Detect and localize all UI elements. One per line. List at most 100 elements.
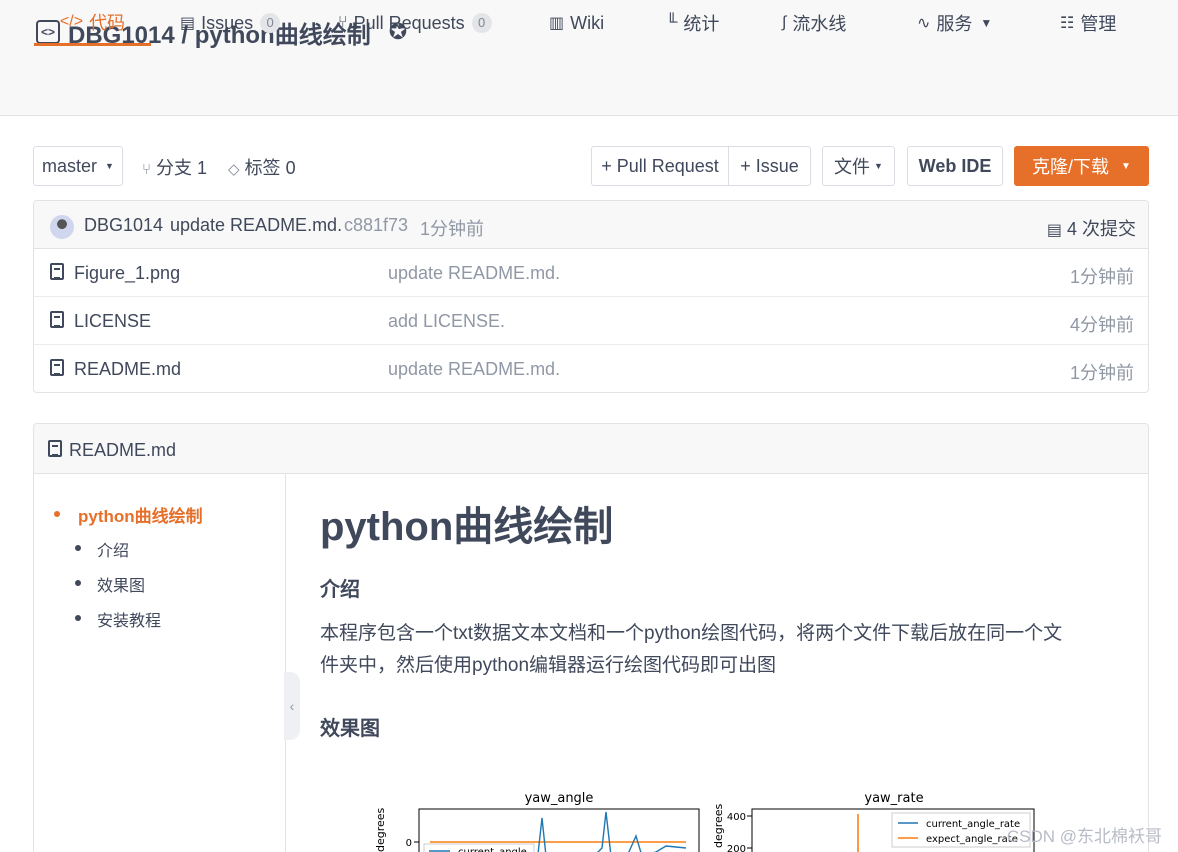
file-name-link[interactable]: Figure_1.png [74, 263, 180, 284]
file-commit-message[interactable]: add LICENSE. [388, 311, 505, 332]
tab-pipeline[interactable]: ∫ 流水线 [782, 0, 846, 46]
tab-pull-requests[interactable]: ⑂ Pull Requests 0 [338, 0, 492, 46]
toc-item-main[interactable]: python曲线绘制 [78, 502, 203, 527]
intro-line: 件夹中，然后使用python编辑器运行绘图代码即可出图 [320, 655, 777, 676]
tab-wiki[interactable]: ▥ Wiki [549, 0, 604, 46]
section-heading-effect: 效果图 [320, 718, 380, 740]
tag-icon: ◇ [228, 161, 240, 178]
tab-label: 统计 [683, 14, 720, 34]
clone-label: 克隆/下载 [1032, 157, 1110, 177]
tab-label: 服务 [936, 14, 973, 34]
pulse-icon: ∿ [917, 15, 931, 32]
tab-manage[interactable]: ☷ 管理 [1060, 0, 1116, 46]
file-time: 1分钟前 [1069, 267, 1134, 287]
readme-title: README.md [69, 440, 177, 460]
chevron-down-icon: ▼ [874, 161, 883, 171]
toc-bullet [54, 511, 60, 517]
branch-name: master [42, 155, 98, 176]
csdn-watermark: CSDN @东北棉袄哥 [1006, 827, 1162, 846]
readme-heading: python曲线绘制 [320, 505, 614, 549]
file-time: 4分钟前 [1069, 315, 1134, 335]
pull-request-icon: ⑂ [338, 14, 348, 31]
chevron-left-icon: ‹ [289, 698, 295, 714]
chevron-down-icon: ▼ [105, 161, 114, 171]
issues-icon: ▤ [180, 15, 196, 32]
commit-count: 4 次提交 [1066, 219, 1136, 239]
toc-item-effect[interactable]: 效果图 [97, 572, 145, 596]
file-menu-label: 文件 [834, 157, 871, 177]
table-row: README.md update README.md. 1分钟前 [34, 345, 1148, 392]
tags-count: 标签 0 [244, 158, 296, 178]
pipeline-icon: ∫ [782, 14, 787, 31]
file-name-link[interactable]: README.md [74, 359, 181, 380]
toc-item-intro[interactable]: 介绍 [97, 537, 129, 561]
file-time: 1分钟前 [1069, 363, 1134, 383]
chevron-down-icon: ▼ [1121, 160, 1131, 172]
commit-list-icon: ▤ [1046, 222, 1062, 239]
branches-count: 分支 1 [156, 158, 208, 178]
figure-svg: yaw_angle yaw_rate degrees degrees 0 400… [374, 791, 1035, 852]
file-list: DBG1014 update README.md. c881f73 1分钟前 ▤… [33, 200, 1149, 393]
intro-paragraph: 本程序包含一个txt数据文本文档和一个python绘图代码，将两个文件下载后放在… [320, 618, 1120, 682]
issues-count: 0 [260, 13, 281, 33]
tags-link[interactable]: ◇ 标签 0 [228, 154, 296, 180]
right-plot-title: yaw_rate [864, 791, 923, 806]
readme-header: README.md [34, 424, 1148, 474]
tab-label: 流水线 [792, 14, 847, 34]
tab-label: Wiki [570, 12, 605, 33]
latest-commit-bar: DBG1014 update README.md. c881f73 1分钟前 ▤… [34, 201, 1148, 249]
left-ylabel: degrees [374, 807, 387, 852]
commit-count-link[interactable]: ▤ 4 次提交 [1047, 215, 1136, 241]
tab-code[interactable]: </> 代码 [34, 0, 151, 46]
tab-stats[interactable]: ╙ 统计 [666, 0, 719, 46]
new-issue-button[interactable]: + Issue [728, 146, 811, 186]
commit-message[interactable]: update README.md. [170, 215, 342, 236]
commit-hash[interactable]: c881f73 [344, 215, 408, 236]
tab-label: Pull Requests [353, 12, 465, 33]
file-icon [50, 263, 64, 280]
branches-link[interactable]: ⑂ 分支 1 [142, 154, 207, 180]
file-commit-message[interactable]: update README.md. [388, 263, 560, 284]
section-heading-intro: 介绍 [320, 579, 360, 601]
code-icon: </> [59, 12, 84, 30]
chart-icon: ╙ [666, 14, 678, 31]
file-icon [50, 311, 64, 328]
commit-time: 1分钟前 [420, 219, 485, 239]
effect-figure-image: yaw_angle yaw_rate degrees degrees 0 400… [366, 786, 1046, 852]
new-pull-request-button[interactable]: + Pull Request [591, 146, 729, 186]
repo-header: <> DBG1014 / python曲线绘制 ✪ </> 代码 ▤ Issue… [0, 0, 1178, 116]
avatar[interactable] [50, 215, 74, 239]
file-name-link[interactable]: LICENSE [74, 311, 151, 332]
branch-icon: ⑂ [142, 161, 152, 178]
wiki-icon: ▥ [549, 15, 565, 32]
tab-label: Issues [201, 12, 254, 33]
intro-line: 本程序包含一个txt数据文本文档和一个python绘图代码，将两个文件下载后放在… [320, 623, 1063, 644]
right-legend-label: expect_angle_rate [926, 834, 1018, 845]
branch-select[interactable]: master ▼ [33, 146, 123, 186]
file-menu-button[interactable]: 文件 ▼ [822, 146, 895, 186]
table-row: LICENSE add LICENSE. 4分钟前 [34, 297, 1148, 345]
left-plot-title: yaw_angle [525, 791, 594, 806]
file-icon [50, 359, 64, 376]
tab-label: 管理 [1080, 14, 1117, 34]
pull-requests-count: 0 [471, 13, 492, 33]
left-legend-label: current_angle [458, 847, 527, 852]
toc-bullet [75, 545, 81, 551]
toc-bullet [75, 615, 81, 621]
readme-file-icon [48, 440, 62, 457]
web-ide-button[interactable]: Web IDE [907, 146, 1003, 186]
right-ylabel: degrees [712, 803, 725, 848]
clone-download-button[interactable]: 克隆/下载 ▼ [1014, 146, 1149, 186]
toc-item-install[interactable]: 安装教程 [97, 607, 161, 631]
commit-author[interactable]: DBG1014 [84, 215, 163, 236]
manage-icon: ☷ [1060, 15, 1075, 32]
right-ytick: 400 [727, 812, 746, 823]
tab-services[interactable]: ∿ 服务 ▼ [917, 0, 992, 46]
readme-toc: python曲线绘制 介绍 效果图 安装教程 [34, 474, 286, 852]
table-row: Figure_1.png update README.md. 1分钟前 [34, 249, 1148, 297]
toc-bullet [75, 580, 81, 586]
chevron-down-icon: ▼ [980, 16, 993, 30]
tab-issues[interactable]: ▤ Issues 0 [180, 0, 281, 46]
toc-collapse-toggle[interactable]: ‹ [284, 672, 300, 740]
file-commit-message[interactable]: update README.md. [388, 359, 560, 380]
